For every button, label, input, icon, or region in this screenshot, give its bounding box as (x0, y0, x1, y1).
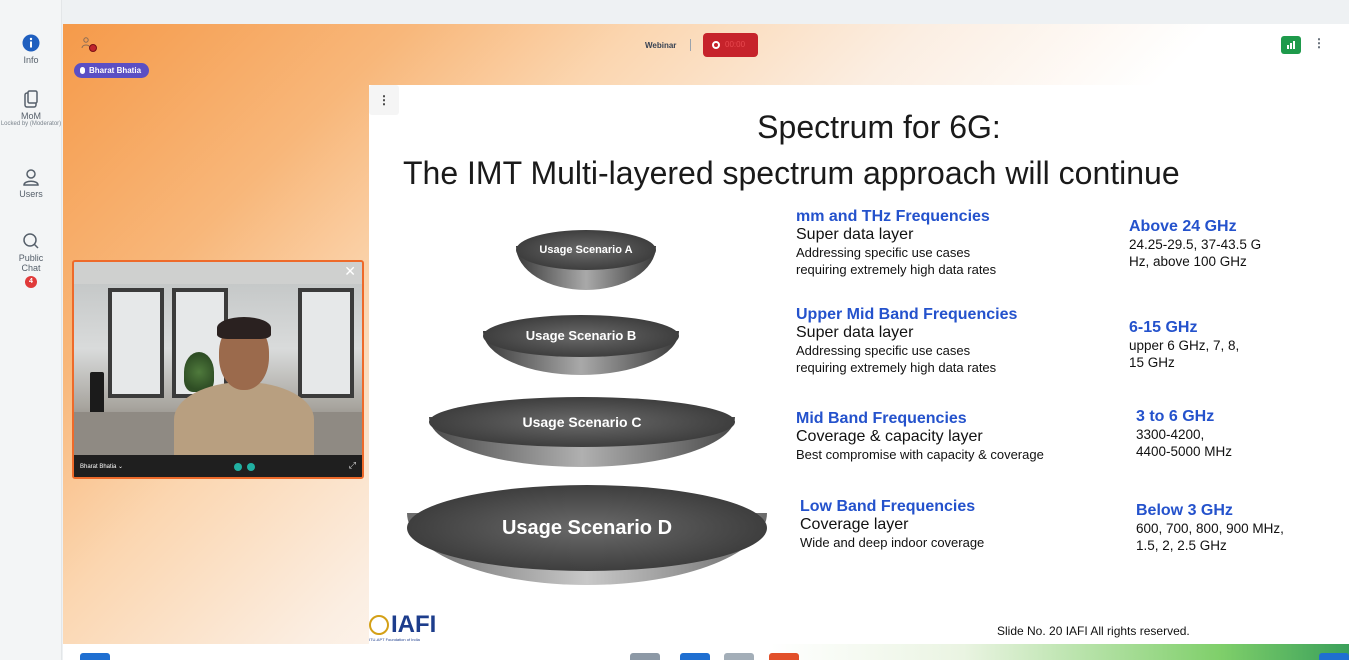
band-title: Low Band Frequencies (800, 498, 976, 515)
frequency-values: 600, 700, 800, 900 MHz, (1136, 521, 1284, 536)
toolbar-button[interactable] (769, 653, 799, 660)
frequency-block: 3 to 6 GHz 3300-4200, 4400-5000 MHz (1136, 408, 1232, 460)
slide-subtitle: The IMT Multi-layered spectrum approach … (403, 155, 1180, 191)
mom-locked-note: Locked by (Moderator) (0, 121, 62, 127)
band-layer: Coverage & capacity layer (796, 428, 983, 445)
frequency-values: upper 6 GHz, 7, 8, (1129, 338, 1240, 353)
record-icon (712, 41, 720, 49)
users-label: Users (19, 189, 43, 199)
iafi-emblem-icon (369, 615, 389, 635)
frequency-title: 3 to 6 GHz (1136, 408, 1215, 425)
presenter-settings-button[interactable] (81, 36, 97, 52)
band-description: Best compromise with capacity & coverage (796, 447, 1044, 462)
public-chat-label: Public Chat (18, 253, 44, 273)
top-bar: Bharat Bhatia Webinar 00:00 ⋮ (63, 24, 1349, 78)
meeting-type-label: Webinar (645, 41, 677, 50)
band-title: Upper Mid Band Frequencies (796, 306, 1018, 323)
webcam-video (74, 262, 362, 457)
usage-scenario-a-label: Usage Scenario A (516, 230, 656, 270)
usage-scenario-d-label: Usage Scenario D (407, 485, 767, 571)
band-title: mm and THz Frequencies (796, 208, 990, 225)
toolbar-button[interactable] (630, 653, 660, 660)
left-rail: Info MoM Locked by (Moderator) Users Pub… (0, 0, 62, 660)
presenter-name: Bharat Bhatia (89, 66, 142, 75)
camera-status-icon[interactable] (247, 463, 255, 471)
frequency-title: 6-15 GHz (1129, 319, 1198, 336)
divider (690, 39, 691, 51)
band-title: Mid Band Frequencies (796, 410, 967, 427)
usage-scenario-c: Usage Scenario C (429, 397, 735, 467)
user-icon (23, 169, 39, 186)
frequency-title: Above 24 GHz (1129, 218, 1237, 235)
frequency-block: Below 3 GHz 600, 700, 800, 900 MHz, 1.5,… (1136, 502, 1284, 554)
clipboard-icon (24, 90, 38, 108)
band-description: Wide and deep indoor coverage (800, 535, 985, 550)
band-layer: Super data layer (796, 324, 914, 341)
toolbar-button[interactable] (680, 653, 710, 660)
public-chat-button[interactable]: Public Chat 4 (0, 232, 62, 288)
frequency-values: 24.25-29.5, 37-43.5 G (1129, 237, 1262, 252)
slide-footer: Slide No. 20 IAFI All rights reserved. (997, 624, 1190, 638)
webcam-footer: Bharat Bhatia ⌄ ⤢ (74, 455, 362, 477)
frequency-block: 6-15 GHz upper 6 GHz, 7, 8, 15 GHz (1129, 319, 1239, 371)
band-layer: Super data layer (796, 226, 914, 243)
record-timer: 00:00 (725, 40, 746, 49)
band-block: Upper Mid Band Frequencies Super data la… (796, 306, 1017, 376)
mic-status-icon[interactable] (234, 463, 242, 471)
bottom-toolbar (63, 644, 1349, 660)
presenter-pill[interactable]: Bharat Bhatia (74, 63, 150, 78)
mom-label: MoM (21, 111, 41, 121)
bottom-left-button[interactable] (80, 653, 110, 660)
close-icon[interactable]: ✕ (344, 263, 356, 279)
connection-status-button[interactable] (1281, 36, 1301, 54)
band-block: mm and THz Frequencies Super data layer … (796, 208, 996, 278)
fullscreen-icon[interactable]: ⤢ (349, 460, 356, 471)
mom-button[interactable]: MoM Locked by (Moderator) (0, 90, 62, 128)
microphone-icon (80, 67, 85, 74)
band-description: requiring extremely high data rates (796, 360, 997, 375)
slide-title: Spectrum for 6G: (757, 109, 1001, 145)
info-button[interactable]: Info (0, 34, 62, 65)
band-block: Mid Band Frequencies Coverage & capacity… (796, 410, 1044, 463)
band-block: Low Band Frequencies Coverage layer Wide… (800, 498, 984, 551)
unread-badge: 4 (25, 276, 37, 288)
usage-scenario-d: Usage Scenario D (407, 485, 767, 585)
frequency-block: Above 24 GHz 24.25-29.5, 37-43.5 G Hz, a… (1129, 218, 1261, 270)
frequency-title: Below 3 GHz (1136, 502, 1233, 519)
webcam-panel[interactable]: ✕ Bharat Bhatia ⌄ ⤢ (72, 260, 364, 479)
frequency-values: 15 GHz (1129, 355, 1175, 370)
info-icon (22, 34, 40, 52)
usage-scenario-b: Usage Scenario B (483, 315, 679, 375)
toolbar-button[interactable] (724, 653, 754, 660)
band-description: Addressing specific use cases (796, 343, 971, 358)
status-dot-icon (89, 44, 97, 52)
more-options-icon[interactable]: ⋮ (1313, 37, 1325, 49)
logo-subtext: ITU-APT Foundation of India (369, 637, 420, 642)
chat-icon (23, 233, 39, 249)
band-description: Addressing specific use cases (796, 245, 971, 260)
frequency-values: 3300-4200, (1136, 427, 1205, 442)
usage-scenario-b-label: Usage Scenario B (483, 315, 679, 357)
frequency-values: 4400-5000 MHz (1136, 444, 1233, 459)
record-button[interactable]: 00:00 (703, 33, 758, 57)
bottom-right-button[interactable] (1319, 653, 1349, 660)
logo-text: IAFI (391, 611, 437, 638)
info-label: Info (23, 55, 39, 65)
frequency-values: 1.5, 2, 2.5 GHz (1136, 538, 1227, 553)
usage-scenario-a: Usage Scenario A (516, 230, 656, 290)
usage-scenario-c-label: Usage Scenario C (429, 397, 735, 447)
participant-name[interactable]: Bharat Bhatia ⌄ (80, 463, 123, 470)
users-button[interactable]: Users (0, 168, 62, 199)
presentation-slide: ⋮ Spectrum for 6G: The IMT Multi-layered… (369, 85, 1349, 660)
band-layer: Coverage layer (800, 516, 909, 533)
frequency-values: Hz, above 100 GHz (1129, 254, 1247, 269)
band-description: requiring extremely high data rates (796, 262, 997, 277)
